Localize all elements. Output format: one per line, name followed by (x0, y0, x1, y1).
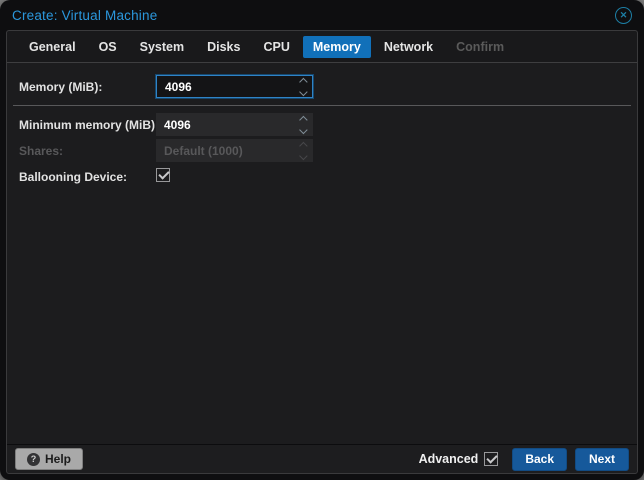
section-divider (13, 105, 631, 106)
tab-general[interactable]: General (19, 36, 86, 58)
help-button[interactable]: ? Help (15, 448, 84, 470)
shares-field (156, 139, 313, 162)
back-button[interactable]: Back (512, 447, 567, 471)
tab-network[interactable]: Network (374, 36, 443, 58)
help-icon: ? (27, 452, 40, 466)
min-memory-field (156, 113, 313, 136)
tab-confirm: Confirm (456, 39, 505, 54)
shares-label: Shares: (19, 144, 64, 158)
tab-system[interactable]: System (130, 36, 194, 58)
min-memory-input[interactable] (156, 113, 313, 136)
memory-field (156, 75, 313, 98)
dialog-titlebar: Create: Virtual Machine ✕ (0, 0, 644, 30)
memory-input[interactable] (156, 75, 313, 98)
tab-bar: General OS System Disks CPU Memory Netwo… (7, 31, 637, 63)
advanced-label: Advanced (418, 452, 479, 466)
spinner-up-icon[interactable] (299, 77, 308, 86)
shares-input (156, 139, 313, 162)
spinner-up-icon[interactable] (299, 115, 308, 124)
ballooning-checkbox[interactable] (156, 168, 170, 182)
dialog-title: Create: Virtual Machine (12, 7, 158, 23)
shares-row: Shares: (7, 139, 637, 163)
min-memory-spinner[interactable] (296, 113, 308, 136)
dialog-panel: General OS System Disks CPU Memory Netwo… (6, 30, 638, 474)
min-memory-label: Minimum memory (MiB): (19, 118, 160, 132)
spinner-down-icon (299, 151, 308, 160)
spinner-up-icon (299, 141, 308, 150)
spinner-down-icon[interactable] (299, 87, 308, 96)
tab-cpu[interactable]: CPU (253, 36, 299, 58)
ballooning-row: Ballooning Device: (7, 165, 637, 189)
dialog-footer: ? Help Advanced Back Next (7, 444, 637, 473)
tab-disks[interactable]: Disks (197, 36, 250, 58)
min-memory-row: Minimum memory (MiB): (7, 113, 637, 137)
memory-row: Memory (MiB): (7, 75, 637, 99)
shares-spinner (296, 139, 308, 162)
memory-label: Memory (MiB): (19, 80, 103, 94)
memory-spinner[interactable] (296, 75, 308, 98)
ballooning-label: Ballooning Device: (19, 170, 128, 184)
tab-os[interactable]: OS (89, 36, 127, 58)
help-button-label: Help (45, 452, 72, 466)
next-button[interactable]: Next (575, 447, 629, 471)
advanced-checkbox[interactable] (484, 452, 499, 466)
spinner-down-icon[interactable] (299, 125, 308, 134)
close-icon[interactable]: ✕ (615, 6, 632, 24)
tab-memory[interactable]: Memory (302, 35, 371, 58)
advanced-toggle: Advanced (419, 452, 499, 466)
create-vm-dialog: Create: Virtual Machine ✕ General OS Sys… (0, 0, 644, 480)
